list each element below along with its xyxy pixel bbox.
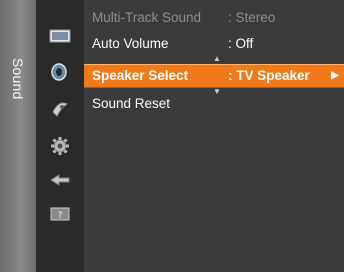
menu-item-value: : Stereo (228, 10, 276, 25)
menu-item-sound-reset[interactable]: Sound Reset (84, 92, 344, 116)
menu-item-speaker-select[interactable]: Speaker Select : TV Speaker ▶ (84, 64, 344, 88)
menu-item-multi-track-sound: Multi-Track Sound : Stereo (84, 6, 344, 30)
tv-menu-screen: Sound ? Multi-Track Sound: Stereo Auto … (0, 0, 344, 272)
setup-icon[interactable] (48, 136, 72, 156)
menu-item-label: Speaker Select (92, 68, 189, 83)
category-title: Sound (10, 58, 26, 100)
input-icon[interactable] (48, 170, 72, 190)
sound-menu-list: Multi-Track Sound : Stereo Auto Volume :… (84, 0, 344, 272)
scroll-up-icon: ▲ (213, 54, 221, 63)
support-icon[interactable]: ? (48, 204, 72, 224)
picture-icon[interactable] (48, 26, 72, 46)
menu-item-label: Auto Volume (92, 36, 169, 51)
menu-item-label: Sound Reset (92, 96, 171, 111)
menu-item-auto-volume[interactable]: Auto Volume : Off (84, 32, 344, 56)
chevron-right-icon: ▶ (331, 70, 339, 81)
menu-category-tab: Sound (0, 0, 36, 272)
category-icon-bar: ? (36, 0, 84, 272)
channel-icon[interactable] (48, 98, 72, 118)
svg-text:?: ? (58, 211, 63, 221)
menu-item-value: : Off (228, 36, 254, 51)
menu-item-label: Multi-Track Sound (92, 10, 202, 25)
sound-icon[interactable] (48, 62, 72, 82)
menu-item-value: : TV Speaker (228, 68, 310, 83)
